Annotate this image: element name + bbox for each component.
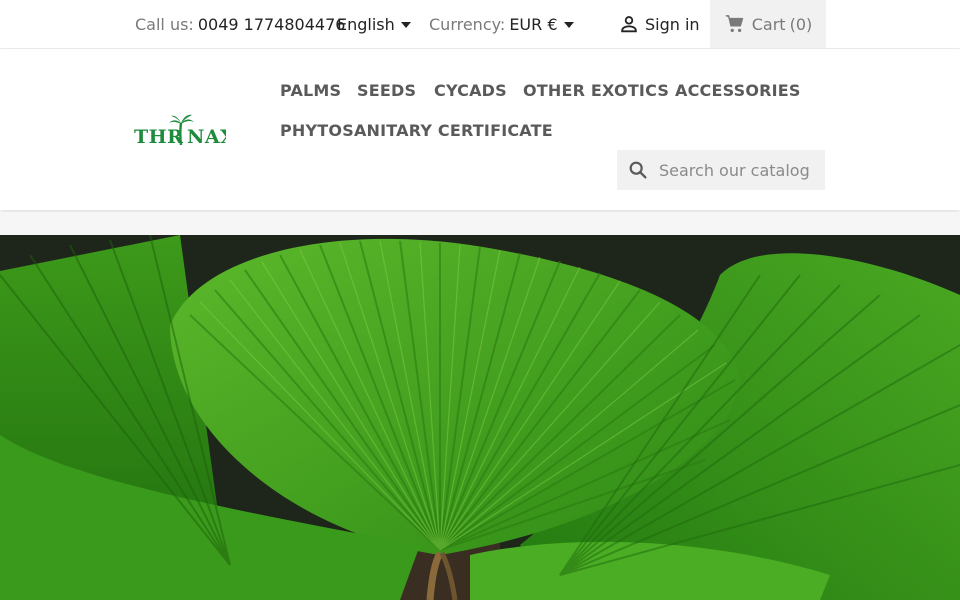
shopping-cart-icon (725, 15, 743, 33)
call-us-label: Call us: (135, 14, 194, 34)
contact-info: Call us: 0049 1774804476 (135, 0, 345, 48)
user-icon (621, 16, 637, 33)
search-input[interactable] (657, 159, 821, 181)
site-header: THR NAX PALMS SEEDS CYCADS OTHER EXOTICS… (0, 49, 960, 210)
currency-label: Currency: (429, 14, 506, 34)
logo[interactable]: THR NAX (134, 109, 235, 149)
caret-down-icon (400, 22, 411, 28)
search-bar (617, 150, 825, 190)
language-value: English (337, 14, 395, 34)
hero-banner-image[interactable] (0, 235, 960, 600)
nav-accessories[interactable]: ACCESSORIES (675, 81, 801, 100)
svg-text:THR: THR (134, 126, 183, 148)
currency-value: EUR € (509, 14, 558, 34)
nav-other-exotics[interactable]: OTHER EXOTICS (523, 81, 669, 100)
search-icon[interactable] (627, 159, 649, 181)
cart-label: Cart (751, 14, 786, 34)
caret-down-icon (563, 22, 574, 28)
header-spacer (0, 212, 960, 235)
nav-phytosanitary-certificate[interactable]: PHYTOSANITARY CERTIFICATE (280, 121, 553, 140)
nav-palms[interactable]: PALMS (280, 81, 341, 100)
svg-text:NAX: NAX (187, 126, 226, 148)
sign-in-link[interactable]: Sign in (618, 0, 700, 48)
phone-number[interactable]: 0049 1774804476 (198, 15, 346, 34)
cart-count: (0) (789, 14, 813, 34)
nav-seeds[interactable]: SEEDS (357, 81, 416, 100)
currency-selector[interactable]: Currency: EUR € (429, 0, 574, 48)
cart-button[interactable]: Cart (0) (710, 0, 826, 48)
sign-in-label: Sign in (645, 14, 700, 34)
nav-cycads[interactable]: CYCADS (434, 81, 507, 100)
top-bar: Call us: 0049 1774804476 English Currenc… (0, 0, 960, 49)
language-selector[interactable]: English (337, 0, 411, 48)
